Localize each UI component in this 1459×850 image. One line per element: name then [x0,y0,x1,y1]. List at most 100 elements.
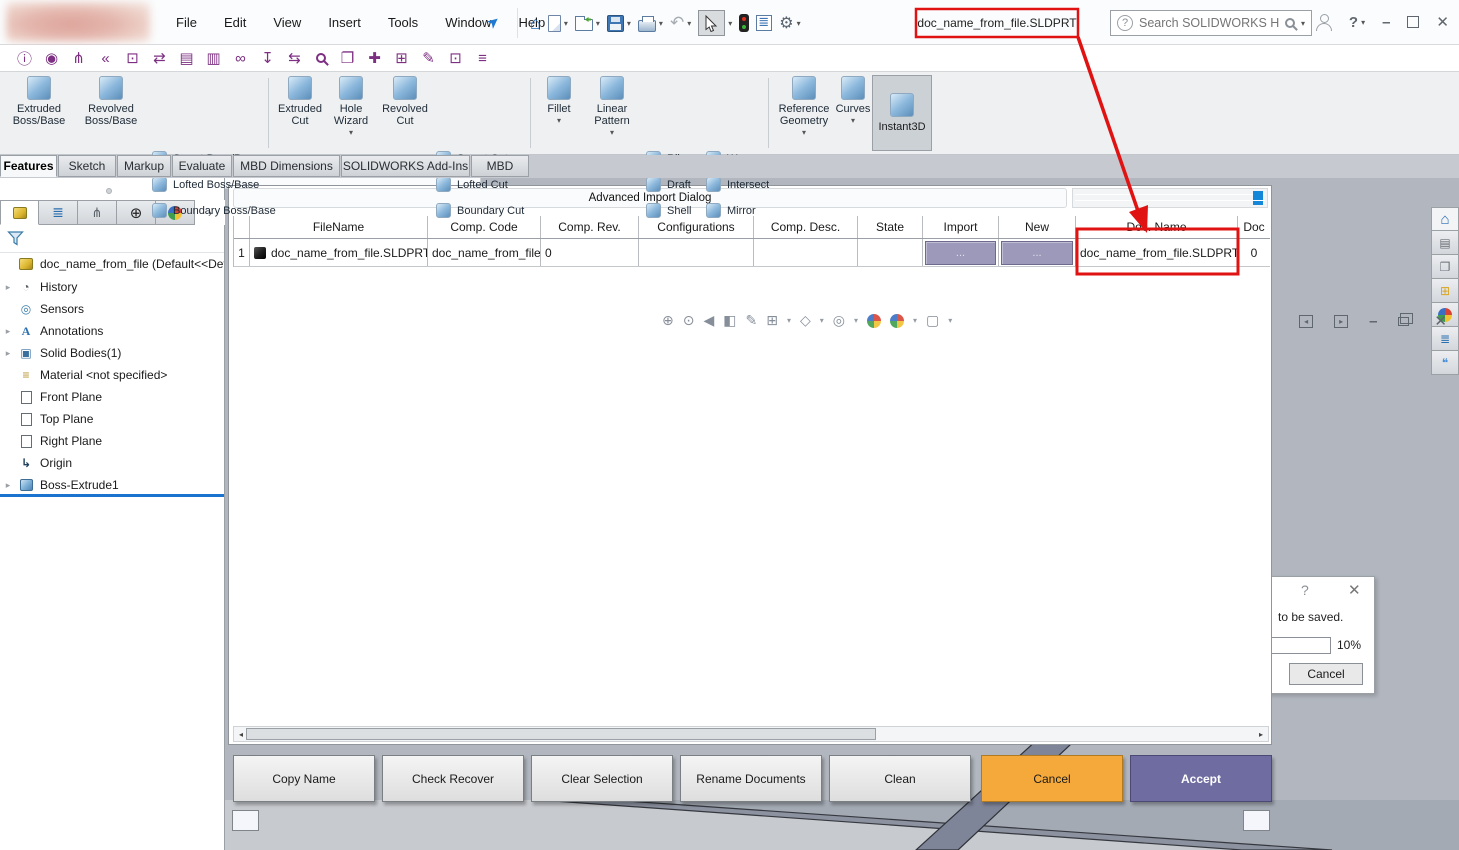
taskpane-view-palette-button[interactable]: ⊞ [1431,279,1459,303]
add-doc-icon[interactable]: ⊞ [393,49,410,67]
tab-mbd-dimensions[interactable]: MBD Dimensions [233,155,340,177]
list-icon[interactable]: ≡ [474,50,491,67]
col-filename[interactable]: FileName [250,216,428,238]
menu-edit[interactable]: Edit [224,15,246,30]
draft-button[interactable]: Draft [646,177,691,192]
caret-down-icon[interactable]: ▾ [1361,18,1365,27]
comp-rev-cell[interactable]: 0 [541,239,639,266]
delete-icon[interactable]: ⊡ [447,49,464,67]
options-button[interactable]: ⚙▾ [779,13,800,33]
search-input[interactable] [1139,16,1279,30]
clean-button[interactable]: Clean [829,755,971,802]
col-comp-desc[interactable]: Comp. Desc. [754,216,858,238]
tree-item-history[interactable]: ▸ ◔ History [0,276,224,298]
import-doc-icon[interactable]: ↧ [259,49,276,67]
tab-dimxpertmanager[interactable]: ⊕ [117,200,156,225]
caret-down-icon[interactable]: ▾ [659,19,663,28]
tab-propertymanager[interactable]: ≣ [39,200,78,225]
boundary-cut-button[interactable]: Boundary Cut [436,203,524,218]
caret-down-icon[interactable]: ▾ [802,127,806,139]
col-comp-rev[interactable]: Comp. Rev. [541,216,639,238]
scrollbar-thumb[interactable] [1253,191,1263,205]
lofted-boss-base-button[interactable]: Lofted Boss/Base [152,177,259,192]
menu-tools[interactable]: Tools [388,15,418,30]
taskpane-custom-properties-button[interactable]: ≣ [1431,327,1459,351]
edit-icon[interactable]: ✎ [420,49,437,67]
caret-down-icon[interactable]: ▾ [627,19,631,28]
doc-minimize-button[interactable]: – [1369,313,1377,330]
tab-evaluate[interactable]: Evaluate [172,155,232,177]
doc-restore-button[interactable] [1398,317,1409,326]
add-icon[interactable]: ✚ [366,49,383,67]
new-browse-button[interactable]: ... [1001,241,1073,265]
tree-root[interactable]: doc_name_from_file (Default<<Defau [0,252,224,276]
link-icon[interactable]: ∞ [232,50,249,67]
tab-mbd[interactable]: MBD [471,155,529,177]
menu-view[interactable]: View [273,15,301,30]
tab-markup[interactable]: Markup [117,155,171,177]
cancel-button[interactable]: Cancel [981,755,1123,802]
menu-file[interactable]: File [176,15,197,30]
tree-item-right-plane[interactable]: Right Plane [0,430,224,452]
annotation-view-icon[interactable]: ✎ [745,312,757,329]
dialog-close-icon[interactable]: ✕ [1348,581,1361,599]
col-doc-name[interactable]: Doc. Name [1076,216,1238,238]
minimize-button[interactable]: – [1382,14,1390,31]
table-horizontal-scrollbar[interactable]: ◂ ▸ [233,726,1269,742]
caret-down-icon[interactable]: ▾ [1301,19,1305,28]
notify-icon[interactable]: ◉ [43,49,60,67]
help-menu[interactable]: ?▾ [1349,14,1365,31]
col-configurations[interactable]: Configurations [639,216,754,238]
col-comp-code[interactable]: Comp. Code [428,216,541,238]
doc-name-cell[interactable]: doc_name_from_file.SLDPRT [1076,239,1238,266]
hole-wizard-button[interactable]: Hole Wizard ▾ [328,76,374,139]
display-style-icon[interactable]: ◇ [800,312,811,329]
taskpane-design-library-button[interactable]: ▤ [1431,231,1459,255]
caret-down-icon[interactable]: ▾ [557,115,561,127]
file-properties-button[interactable] [756,15,772,31]
table-row[interactable]: 1 doc_name_from_file.SLDPRT doc_name_fro… [234,239,1270,267]
col-state[interactable]: State [858,216,923,238]
export-icon[interactable]: ⇄ [151,49,168,67]
login-person-icon[interactable] [1315,14,1332,31]
tree-rollback-bar[interactable] [0,494,224,497]
search-icon[interactable] [1285,18,1295,28]
mirror-button[interactable]: Mirror [706,203,756,218]
caret-down-icon[interactable]: ▾ [610,127,614,139]
zoom-fit-icon[interactable]: ⊕ [662,312,674,329]
col-doc[interactable]: Doc [1238,216,1270,238]
scroll-right-arrow[interactable]: ▸ [1254,727,1268,741]
close-button[interactable]: ✕ [1436,13,1449,31]
caret-down-icon[interactable]: ▾ [851,115,855,127]
tab-features[interactable]: Features [0,155,57,177]
tree-item-origin[interactable]: ↳ Origin [0,452,224,474]
clear-selection-button[interactable]: Clear Selection [531,755,673,802]
maximize-button[interactable] [1407,16,1419,28]
lock-icon[interactable]: ⊡ [124,49,141,67]
tree-item-sensors[interactable]: ◎ Sensors [0,298,224,320]
open-button[interactable]: ▾ [575,15,600,31]
accept-button[interactable]: Accept [1130,755,1272,802]
check-recover-button[interactable]: Check Recover [382,755,524,802]
caret-down-icon[interactable]: ▾ [913,316,917,325]
section-view-icon[interactable]: ◧ [723,312,736,329]
expand-arrow-icon[interactable]: ▸ [0,326,16,337]
comp-desc-cell[interactable] [754,239,858,266]
linear-pattern-button[interactable]: Linear Pattern ▾ [584,76,640,139]
collapse-left-pane-icon[interactable]: ◂ [1299,315,1313,328]
progress-cancel-button[interactable]: Cancel [1289,663,1363,685]
copy-name-button[interactable]: Copy Name [233,755,375,802]
new-document-button[interactable]: ▾ [548,15,568,32]
boundary-boss-base-button[interactable]: Boundary Boss/Base [152,203,276,218]
document-icon[interactable]: ▥ [205,49,222,67]
taskpane-file-explorer-button[interactable]: ❐ [1431,255,1459,279]
caret-down-icon[interactable]: ▾ [728,19,732,28]
collapse-right-pane-icon[interactable]: ▸ [1334,315,1348,328]
select-tool[interactable]: ▾ [698,10,732,36]
comp-code-cell[interactable]: doc_name_from_file [428,239,541,266]
caret-down-icon[interactable]: ▾ [854,316,858,325]
taskpane-home-button[interactable]: ⌂ [1431,207,1459,231]
extruded-cut-button[interactable]: Extruded Cut [274,76,326,127]
dialog-help-icon[interactable]: ? [1301,582,1309,598]
col-import[interactable]: Import [923,216,999,238]
